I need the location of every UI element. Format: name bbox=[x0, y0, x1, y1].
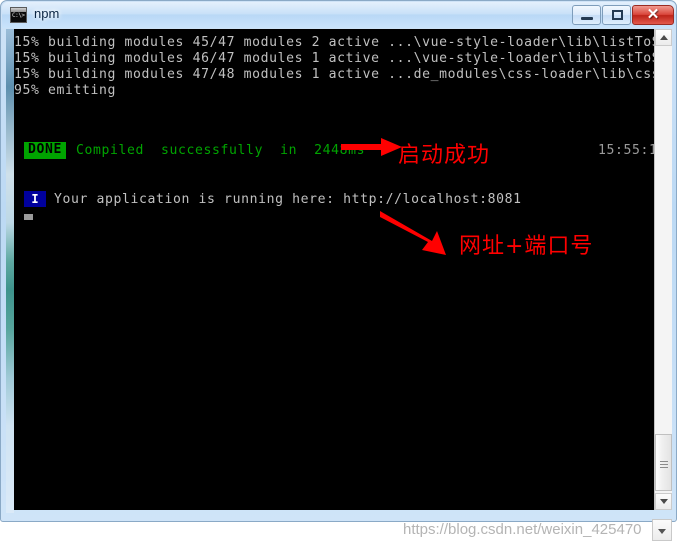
console-client-area: 15% building modules 45/47 modules 2 act… bbox=[6, 29, 673, 541]
log-timestamp: 15:55:17 bbox=[598, 143, 654, 158]
scrollbar-grip-line bbox=[660, 467, 668, 468]
window-title: npm bbox=[34, 6, 60, 21]
compile-success-message: Compiled successfully in 2448ms bbox=[76, 143, 366, 158]
close-button[interactable]: ✕ bbox=[632, 5, 674, 25]
terminal-cursor bbox=[24, 214, 33, 220]
status-badge-info: I bbox=[24, 191, 46, 207]
scroll-down-icon bbox=[660, 499, 668, 504]
log-line: 95% emitting bbox=[14, 83, 117, 98]
close-icon: ✕ bbox=[646, 6, 660, 23]
scrollbar-thumb[interactable] bbox=[655, 434, 672, 491]
scroll-up-button[interactable] bbox=[655, 29, 672, 46]
annotation-arrow-startup-success bbox=[341, 138, 402, 156]
scroll-down-button[interactable] bbox=[655, 493, 672, 510]
log-line: 15% building modules 47/48 modules 1 act… bbox=[14, 67, 654, 82]
scrollbar-grip-line bbox=[660, 461, 668, 462]
log-line: 15% building modules 46/47 modules 1 act… bbox=[14, 51, 654, 66]
status-badge-done: DONE bbox=[24, 142, 67, 159]
scrollbar-grip-line bbox=[660, 464, 668, 465]
terminal-output[interactable]: 15% building modules 45/47 modules 2 act… bbox=[14, 29, 654, 510]
window-title-bar[interactable]: C:\> npm ✕ bbox=[2, 2, 676, 28]
minimize-button[interactable] bbox=[572, 5, 601, 25]
icon-prompt-glyph: C:\> bbox=[12, 12, 25, 19]
console-scrollbar[interactable] bbox=[654, 29, 672, 510]
app-running-message: Your application is running here: http:/… bbox=[54, 192, 522, 207]
maximize-button[interactable] bbox=[602, 5, 631, 25]
watermark-url: https://blog.csdn.net/weixin_425470 bbox=[403, 521, 642, 538]
scroll-up-icon bbox=[660, 35, 668, 40]
minimize-icon bbox=[581, 17, 593, 20]
annotation-label-startup-success: 启动成功 bbox=[398, 143, 491, 168]
scrollbar-track[interactable] bbox=[655, 46, 672, 493]
window-left-edge-strip bbox=[6, 29, 14, 513]
console-window-icon: C:\> bbox=[10, 7, 27, 23]
chevron-down-icon bbox=[658, 529, 666, 534]
annotation-arrow-url-port bbox=[380, 211, 446, 255]
annotation-label-url-port: 网址+端口号 bbox=[459, 234, 594, 259]
log-line: 15% building modules 45/47 modules 2 act… bbox=[14, 35, 654, 50]
npm-console-window: C:\> npm ✕ 15% building modules 45/47 mo… bbox=[0, 0, 677, 541]
watermark-dropdown-button[interactable] bbox=[652, 519, 672, 541]
maximize-icon bbox=[612, 10, 623, 20]
